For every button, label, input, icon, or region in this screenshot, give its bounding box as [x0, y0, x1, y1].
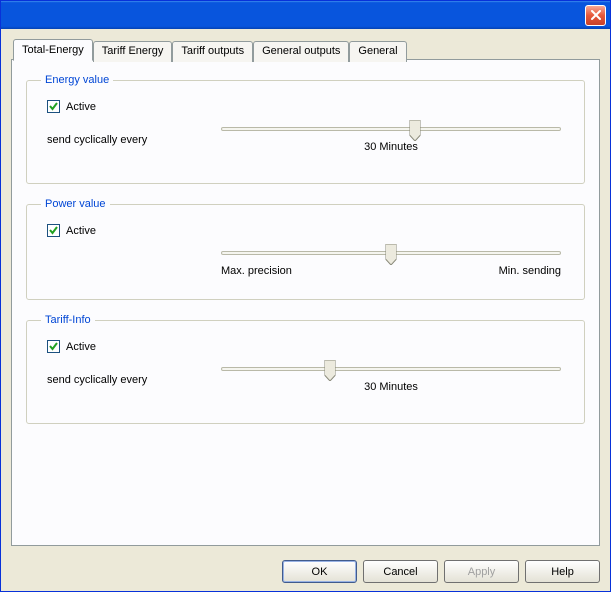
dialog-content: Total-Energy Tariff Energy Tariff output… — [1, 29, 610, 552]
slider-thumb[interactable] — [386, 244, 397, 265]
checkbox-label: Active — [66, 341, 96, 353]
check-icon — [48, 101, 59, 112]
dialog-button-row: OK Cancel Apply Help — [1, 552, 610, 591]
group-tariff-info: Tariff-Info Active send cyclically every — [26, 314, 585, 424]
checkbox-tariff-active[interactable] — [47, 340, 60, 353]
slider-label-send: send cyclically every — [47, 134, 207, 146]
tab-tariff-energy[interactable]: Tariff Energy — [93, 41, 173, 62]
tab-strip: Total-Energy Tariff Energy Tariff output… — [11, 39, 600, 60]
checkbox-row: Active — [47, 224, 570, 237]
slider-left-label: Max. precision — [221, 265, 292, 277]
tab-general[interactable]: General — [349, 41, 406, 62]
tab-total-energy[interactable]: Total-Energy — [13, 39, 93, 61]
slider-wrap: 30 Minutes — [221, 127, 561, 153]
slider-value-label: 30 Minutes — [364, 381, 418, 393]
slider-row-tariff: send cyclically every 30 Minutes — [47, 367, 570, 393]
close-button[interactable] — [585, 5, 606, 26]
group-legend: Power value — [41, 198, 110, 210]
slider-energy[interactable] — [221, 127, 561, 131]
tab-tariff-outputs[interactable]: Tariff outputs — [172, 41, 253, 62]
slider-tariff[interactable] — [221, 367, 561, 371]
slider-row-energy: send cyclically every 30 Minutes — [47, 127, 570, 153]
slider-row-power: Max. precision Min. sending — [47, 251, 570, 277]
apply-button: Apply — [444, 560, 519, 583]
slider-thumb[interactable] — [325, 360, 336, 381]
checkbox-row: Active — [47, 340, 570, 353]
slider-wrap: 30 Minutes — [221, 367, 561, 393]
slider-power[interactable] — [221, 251, 561, 255]
ok-button[interactable]: OK — [282, 560, 357, 583]
check-icon — [48, 225, 59, 236]
checkbox-label: Active — [66, 101, 96, 113]
slider-thumb[interactable] — [409, 120, 420, 141]
checkbox-label: Active — [66, 225, 96, 237]
dialog-window: Total-Energy Tariff Energy Tariff output… — [0, 0, 611, 592]
close-icon — [591, 10, 601, 20]
slider-endpoint-labels: Max. precision Min. sending — [221, 265, 561, 277]
checkbox-energy-active[interactable] — [47, 100, 60, 113]
tab-page-total-energy: Energy value Active send cyclically ever… — [11, 59, 600, 546]
slider-value-label: 30 Minutes — [364, 141, 418, 153]
group-power-value: Power value Active — [26, 198, 585, 300]
help-button[interactable]: Help — [525, 560, 600, 583]
slider-wrap: Max. precision Min. sending — [221, 251, 561, 277]
group-legend: Tariff-Info — [41, 314, 95, 326]
group-legend: Energy value — [41, 74, 113, 86]
group-energy-value: Energy value Active send cyclically ever… — [26, 74, 585, 184]
checkbox-power-active[interactable] — [47, 224, 60, 237]
titlebar — [1, 1, 610, 29]
slider-right-label: Min. sending — [499, 265, 561, 277]
slider-label-send: send cyclically every — [47, 374, 207, 386]
tab-general-outputs[interactable]: General outputs — [253, 41, 349, 62]
check-icon — [48, 341, 59, 352]
checkbox-row: Active — [47, 100, 570, 113]
cancel-button[interactable]: Cancel — [363, 560, 438, 583]
